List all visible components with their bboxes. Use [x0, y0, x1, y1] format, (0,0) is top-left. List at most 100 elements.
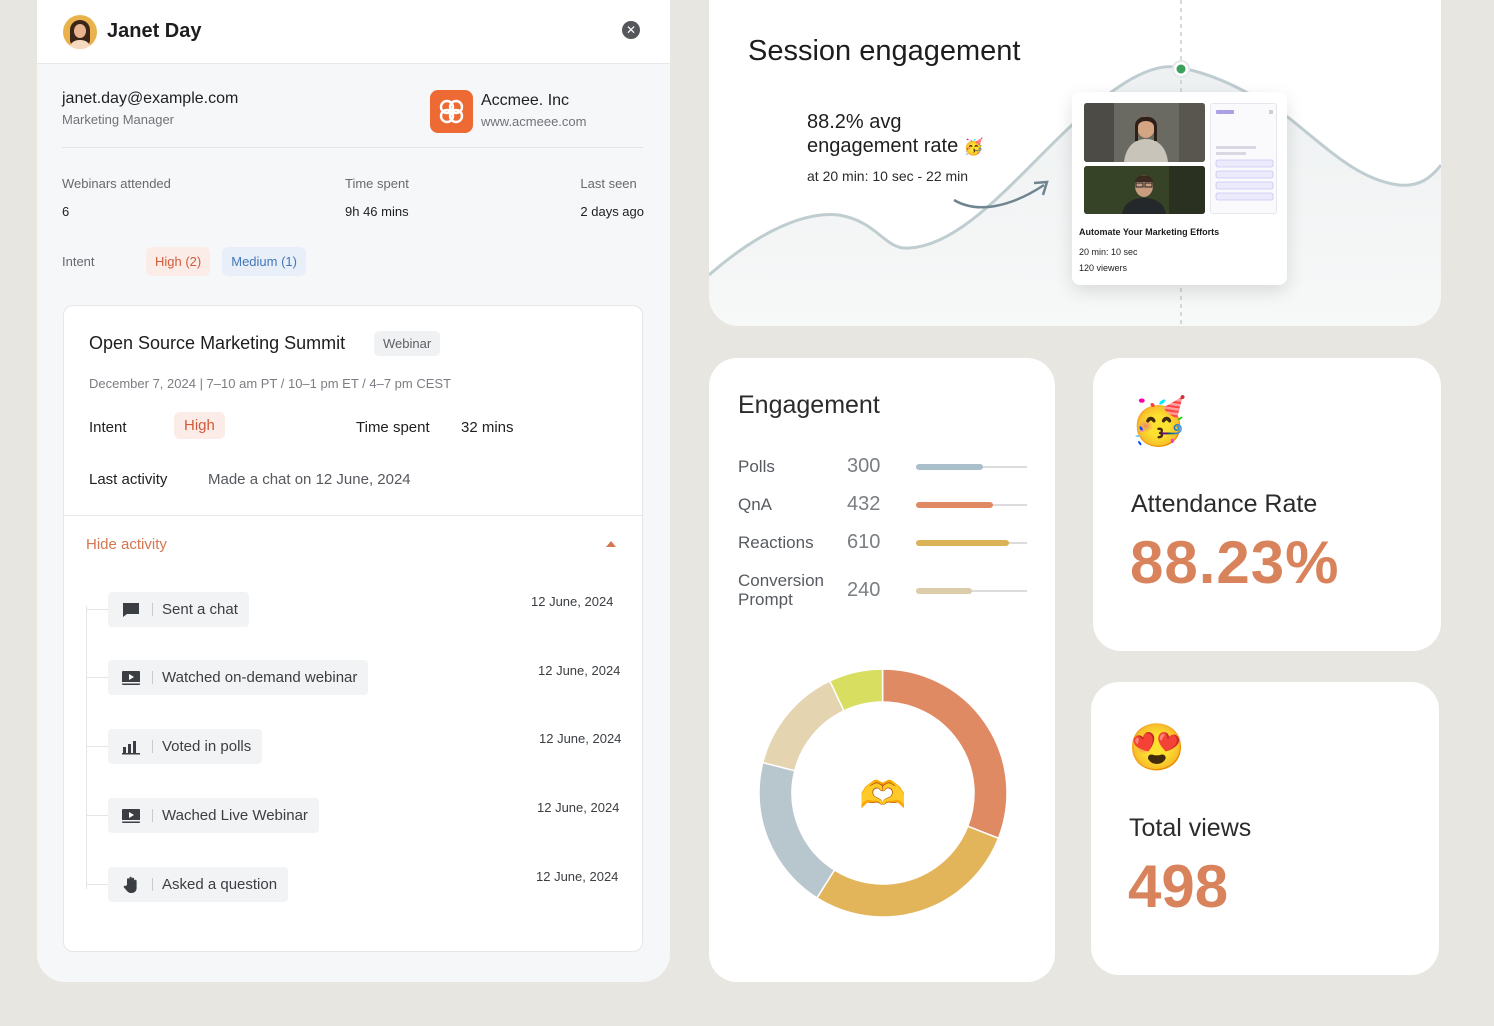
heart-eyes-icon: 😍	[1128, 721, 1186, 773]
engagement-card: Engagement Polls 300 QnA 432 Reactions 6…	[709, 358, 1055, 982]
activity-date: 12 June, 2024	[539, 731, 622, 746]
stat-label: Webinars attended	[62, 176, 171, 191]
activity-item: Sent a chat	[86, 592, 249, 627]
hand-icon	[122, 876, 140, 894]
event-last-activity-label: Last activity	[89, 471, 168, 488]
company-name: Accmee. Inc	[481, 92, 570, 109]
close-icon[interactable]: ✕	[622, 21, 640, 39]
webinar-viewers: 120 viewers	[1079, 263, 1128, 273]
engagement-row-label: Reactions	[738, 533, 814, 552]
speaker-video-thumbnail	[1084, 166, 1205, 214]
activity-label: Voted in polls	[162, 738, 252, 755]
intent-medium-badge[interactable]: Medium (1)	[222, 247, 306, 276]
event-last-activity-value: Made a chat on 12 June, 2024	[208, 471, 411, 488]
engagement-row-value: 610	[847, 531, 881, 553]
session-engagement-card: Session engagement 88.2% avg engagement …	[709, 0, 1441, 326]
webinar-time: 20 min: 10 sec	[1079, 247, 1138, 257]
event-card: Open Source Marketing Summit Webinar Dec…	[63, 305, 643, 952]
attendance-value: 88.23%	[1130, 529, 1340, 596]
profile-name: Janet Day	[107, 20, 202, 42]
attendance-card: 🥳 Attendance Rate 88.23%	[1093, 358, 1441, 651]
party-face-icon: 🥳	[1130, 395, 1188, 447]
activity-item: Watched on-demand webinar	[86, 660, 369, 695]
session-title: Session engagement	[748, 35, 1021, 67]
company-url[interactable]: www.acmeee.com	[481, 114, 586, 129]
activity-chip: Wached Live Webinar	[108, 798, 319, 833]
engagement-bar-fill	[916, 588, 972, 594]
activity-chip: Asked a question	[108, 867, 289, 902]
divider	[64, 515, 642, 516]
stat-label: Last seen	[580, 176, 637, 191]
donut-segment-polls	[758, 761, 836, 899]
webinar-title: Automate Your Marketing Efforts	[1079, 227, 1220, 237]
stat-label: Time spent	[345, 176, 409, 191]
video-icon	[122, 807, 140, 825]
engagement-bar-track	[916, 502, 1027, 508]
poll-panel	[1210, 103, 1277, 214]
engagement-bar-fill	[916, 540, 1010, 546]
stat-last-seen: Last seen 2 days ago	[580, 176, 644, 219]
stat-webinars-attended: Webinars attended 6	[62, 176, 171, 219]
intent-label: Intent	[62, 254, 95, 269]
speaker-video-thumbnail	[1084, 103, 1205, 162]
avatar	[63, 14, 97, 49]
event-type-badge: Webinar	[374, 331, 441, 356]
chevron-up-icon[interactable]	[606, 541, 616, 547]
company-logo-icon	[430, 90, 473, 133]
donut-segment-conversion-prompt	[761, 679, 845, 772]
intent-row: Intent High (2) Medium (1)	[62, 247, 318, 276]
party-emoji-icon: 🥳	[963, 139, 984, 156]
attendance-label: Attendance Rate	[1131, 490, 1318, 518]
engagement-bar-track	[916, 540, 1027, 546]
activity-date: 12 June, 2024	[531, 594, 614, 609]
job-role: Marketing Manager	[62, 112, 174, 127]
activity-label: Wached Live Webinar	[162, 807, 308, 824]
activity-label: Watched on-demand webinar	[162, 669, 358, 686]
stat-time-spent: Time spent 9h 46 mins	[345, 176, 409, 219]
chat-icon	[122, 601, 140, 619]
total-views-card: 😍 Total views 498	[1091, 682, 1439, 975]
contact-row: janet.day@example.com Marketing Manager …	[62, 90, 643, 148]
event-time-value: 32 mins	[461, 419, 514, 436]
engagement-row-value: 432	[847, 493, 881, 515]
engagement-row-value: 300	[847, 455, 881, 477]
engagement-row-label: Polls	[738, 457, 775, 476]
engagement-row-value: 240	[847, 579, 881, 601]
webinar-preview-card[interactable]: Automate Your Marketing Efforts 20 min: …	[1072, 92, 1287, 285]
activity-date: 12 June, 2024	[538, 663, 621, 678]
event-intent-label: Intent	[89, 419, 127, 436]
activity-chip: Voted in polls	[108, 729, 263, 764]
intent-high-badge[interactable]: High (2)	[146, 247, 211, 276]
engagement-row-label: QnA	[738, 495, 773, 514]
engagement-bar-track	[916, 464, 1027, 470]
total-views-label: Total views	[1129, 814, 1252, 842]
event-title: Open Source Marketing Summit	[89, 333, 346, 353]
activity-item: Asked a question	[86, 867, 289, 902]
stat-value: 2 days ago	[580, 204, 644, 219]
engagement-row-label: Conversion Prompt	[738, 571, 824, 609]
activity-date: 12 June, 2024	[536, 869, 619, 884]
donut-segment-reactions	[815, 825, 1000, 918]
activity-chip: Sent a chat	[108, 592, 249, 627]
event-date: December 7, 2024 | 7–10 am PT / 10–1 pm …	[89, 376, 452, 391]
engagement-bar-fill	[916, 502, 993, 508]
activity-date: 12 June, 2024	[537, 800, 620, 815]
avg-engagement-rate: 88.2% avg engagement rate 🥳	[807, 111, 984, 157]
stat-value: 9h 46 mins	[345, 204, 409, 219]
email: janet.day@example.com	[62, 90, 239, 107]
engagement-bar-fill	[916, 464, 983, 470]
engagement-title: Engagement	[738, 391, 880, 419]
heart-hands-icon: 🫶	[859, 775, 906, 817]
stat-value: 6	[62, 204, 70, 219]
activity-item: Voted in polls	[86, 729, 263, 764]
activity-label: Sent a chat	[162, 601, 238, 618]
activity-item: Wached Live Webinar	[86, 798, 319, 833]
total-views-value: 498	[1128, 853, 1229, 920]
profile-panel: Janet Day ✕ janet.day@example.com Market…	[37, 0, 670, 982]
hide-activity-toggle[interactable]: Hide activity	[86, 536, 167, 553]
engagement-donut-chart: 🫶	[758, 668, 1008, 918]
profile-header: Janet Day ✕	[37, 0, 670, 64]
activity-chip: Watched on-demand webinar	[108, 660, 369, 695]
bar-chart-icon	[122, 738, 140, 756]
engagement-bar-track	[916, 588, 1027, 594]
